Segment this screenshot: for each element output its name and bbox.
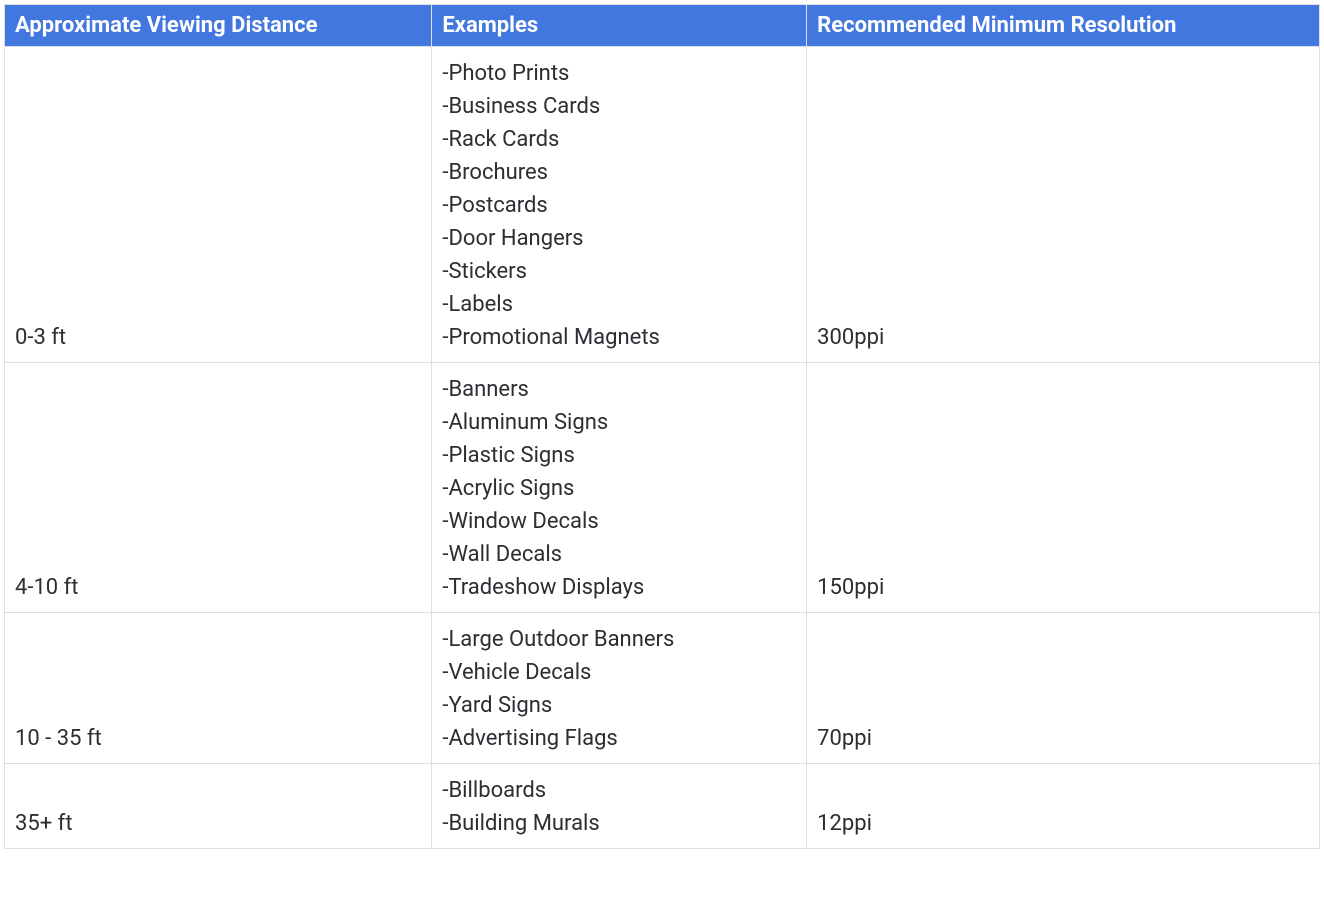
header-examples: Examples	[432, 5, 807, 47]
cell-distance: 0-3 ft	[5, 47, 432, 363]
table-row: 0-3 ft -Photo Prints -Business Cards -Ra…	[5, 47, 1320, 363]
cell-examples: -Large Outdoor Banners -Vehicle Decals -…	[432, 613, 807, 764]
header-viewing-distance: Approximate Viewing Distance	[5, 5, 432, 47]
cell-distance: 10 - 35 ft	[5, 613, 432, 764]
table-header-row: Approximate Viewing Distance Examples Re…	[5, 5, 1320, 47]
cell-resolution: 12ppi	[807, 764, 1320, 849]
cell-distance: 4-10 ft	[5, 363, 432, 613]
table-row: 4-10 ft -Banners -Aluminum Signs -Plasti…	[5, 363, 1320, 613]
cell-examples: -Photo Prints -Business Cards -Rack Card…	[432, 47, 807, 363]
cell-distance: 35+ ft	[5, 764, 432, 849]
cell-resolution: 70ppi	[807, 613, 1320, 764]
table-row: 35+ ft -Billboards -Building Murals 12pp…	[5, 764, 1320, 849]
cell-examples: -Banners -Aluminum Signs -Plastic Signs …	[432, 363, 807, 613]
resolution-table: Approximate Viewing Distance Examples Re…	[4, 4, 1320, 849]
header-resolution: Recommended Minimum Resolution	[807, 5, 1320, 47]
cell-resolution: 300ppi	[807, 47, 1320, 363]
cell-examples: -Billboards -Building Murals	[432, 764, 807, 849]
table-row: 10 - 35 ft -Large Outdoor Banners -Vehic…	[5, 613, 1320, 764]
cell-resolution: 150ppi	[807, 363, 1320, 613]
